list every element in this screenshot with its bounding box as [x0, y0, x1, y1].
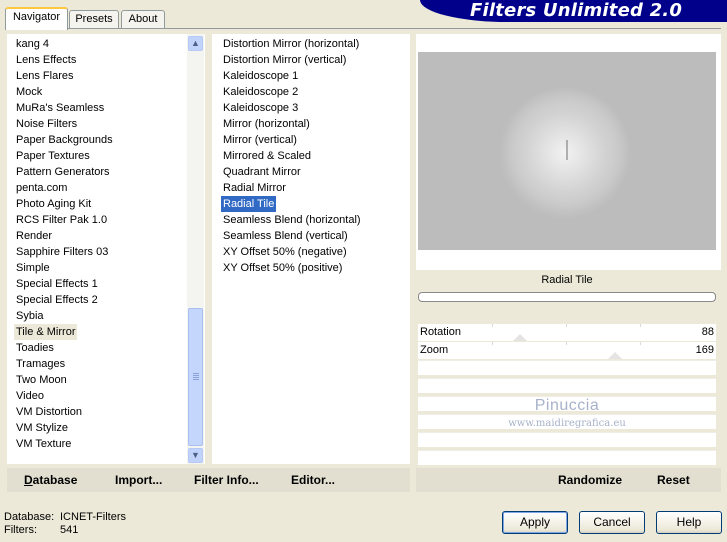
- tab-about[interactable]: About: [121, 10, 165, 28]
- param-row-zoom[interactable]: Zoom 169: [418, 342, 716, 359]
- param-value: 88: [701, 326, 714, 338]
- category-item[interactable]: VM Stylize: [16, 420, 68, 436]
- param-row-empty: [418, 360, 716, 375]
- randomize-button[interactable]: Randomize: [558, 473, 622, 487]
- filters-label: Filters:: [4, 524, 37, 536]
- category-item[interactable]: VM Texture: [16, 436, 71, 452]
- category-item[interactable]: Tile & Mirror: [14, 324, 78, 340]
- filter-item[interactable]: Kaleidoscope 1: [223, 68, 298, 84]
- slider-tick: [492, 342, 493, 345]
- filter-item[interactable]: Distortion Mirror (horizontal): [223, 36, 359, 52]
- import-button[interactable]: Import...: [115, 473, 162, 487]
- category-item[interactable]: Sybia: [16, 308, 44, 324]
- category-item[interactable]: kang 4: [16, 36, 49, 52]
- filter-item[interactable]: Mirrored & Scaled: [223, 148, 311, 164]
- filter-item[interactable]: Seamless Blend (horizontal): [223, 212, 361, 228]
- cancel-button[interactable]: Cancel: [579, 511, 645, 534]
- scroll-up-button[interactable]: ▲: [188, 36, 203, 51]
- slider-knob[interactable]: [513, 334, 527, 341]
- database-button-label: atabase: [32, 473, 78, 487]
- reset-button[interactable]: Reset: [657, 473, 690, 487]
- watermark-url: www.maidiregrafica.eu: [508, 418, 626, 429]
- scroll-thumb[interactable]: [188, 308, 203, 446]
- category-item[interactable]: Lens Flares: [16, 68, 73, 84]
- param-label: Zoom: [420, 344, 449, 356]
- filter-item[interactable]: Mirror (vertical): [223, 132, 297, 148]
- category-item[interactable]: Video: [16, 388, 44, 404]
- category-item[interactable]: Toadies: [16, 340, 54, 356]
- database-value: ICNET-Filters: [60, 511, 126, 523]
- category-item[interactable]: Two Moon: [16, 372, 67, 388]
- param-row-empty: [418, 432, 716, 447]
- filter-item[interactable]: Distortion Mirror (vertical): [223, 52, 346, 68]
- filter-item[interactable]: XY Offset 50% (negative): [223, 244, 347, 260]
- filter-item[interactable]: Kaleidoscope 3: [223, 100, 298, 116]
- category-item[interactable]: Mock: [16, 84, 42, 100]
- filter-item[interactable]: Kaleidoscope 2: [223, 84, 298, 100]
- help-button[interactable]: Help: [656, 511, 722, 534]
- filters-count: 541: [60, 524, 79, 536]
- apply-button[interactable]: Apply: [502, 511, 568, 534]
- filter-item[interactable]: Quadrant Mirror: [223, 164, 301, 180]
- preview-center: [562, 140, 572, 160]
- category-item[interactable]: Paper Textures: [16, 148, 90, 164]
- scroll-down-button[interactable]: ▼: [188, 448, 203, 463]
- editor-button[interactable]: Editor...: [291, 473, 335, 487]
- filter-item[interactable]: XY Offset 50% (positive): [223, 260, 342, 276]
- filter-info-button[interactable]: Filter Info...: [194, 473, 259, 487]
- slider-tick: [566, 342, 567, 345]
- category-list[interactable]: kang 4 Lens Effects Lens Flares Mock MuRa's …: [7, 34, 205, 464]
- slider-tick: [492, 324, 493, 327]
- filter-item[interactable]: Seamless Blend (vertical): [223, 228, 348, 244]
- database-button[interactable]: Database: [24, 473, 77, 487]
- param-label: Rotation: [420, 326, 461, 338]
- category-item[interactable]: Noise Filters: [16, 116, 77, 132]
- category-item[interactable]: Photo Aging Kit: [16, 196, 91, 212]
- param-value: 169: [695, 344, 714, 356]
- category-item[interactable]: penta.com: [16, 180, 67, 196]
- filter-item[interactable]: Radial Tile: [221, 196, 277, 212]
- category-item[interactable]: MuRa's Seamless: [16, 100, 104, 116]
- filter-item[interactable]: Radial Mirror: [223, 180, 286, 196]
- category-item[interactable]: Pattern Generators: [16, 164, 110, 180]
- app-title: Filters Unlimited 2.0: [470, 0, 683, 21]
- category-item[interactable]: RCS Filter Pak 1.0: [16, 212, 107, 228]
- category-item[interactable]: Render: [16, 228, 52, 244]
- category-item[interactable]: Tramages: [16, 356, 65, 372]
- slider-knob[interactable]: [608, 352, 622, 359]
- category-item[interactable]: Sapphire Filters 03: [16, 244, 108, 260]
- watermark-name: Pinuccia: [534, 397, 600, 414]
- category-item[interactable]: Paper Backgrounds: [16, 132, 113, 148]
- filter-list[interactable]: Distortion Mirror (horizontal) Distortion…: [212, 34, 410, 464]
- param-row-empty: [418, 450, 716, 465]
- grip-icon: [193, 373, 199, 380]
- category-item[interactable]: VM Distortion: [16, 404, 82, 420]
- category-item[interactable]: Lens Effects: [16, 52, 76, 68]
- tab-divider: [5, 28, 721, 29]
- param-row-empty: [418, 378, 716, 393]
- category-item[interactable]: Simple: [16, 260, 50, 276]
- slider-tick: [640, 342, 641, 345]
- tab-presets[interactable]: Presets: [69, 10, 119, 28]
- progress-bar: [418, 292, 716, 302]
- slider-tick: [640, 324, 641, 327]
- preview-filter-name: Radial Tile: [541, 274, 593, 286]
- filter-item[interactable]: Mirror (horizontal): [223, 116, 310, 132]
- category-item[interactable]: Special Effects 2: [16, 292, 98, 308]
- param-row-rotation[interactable]: Rotation 88: [418, 324, 716, 341]
- category-item[interactable]: Special Effects 1: [16, 276, 98, 292]
- preview-image: [418, 52, 716, 250]
- slider-tick: [566, 324, 567, 327]
- tab-navigator[interactable]: Navigator: [5, 7, 68, 30]
- database-label: Database:: [4, 511, 55, 523]
